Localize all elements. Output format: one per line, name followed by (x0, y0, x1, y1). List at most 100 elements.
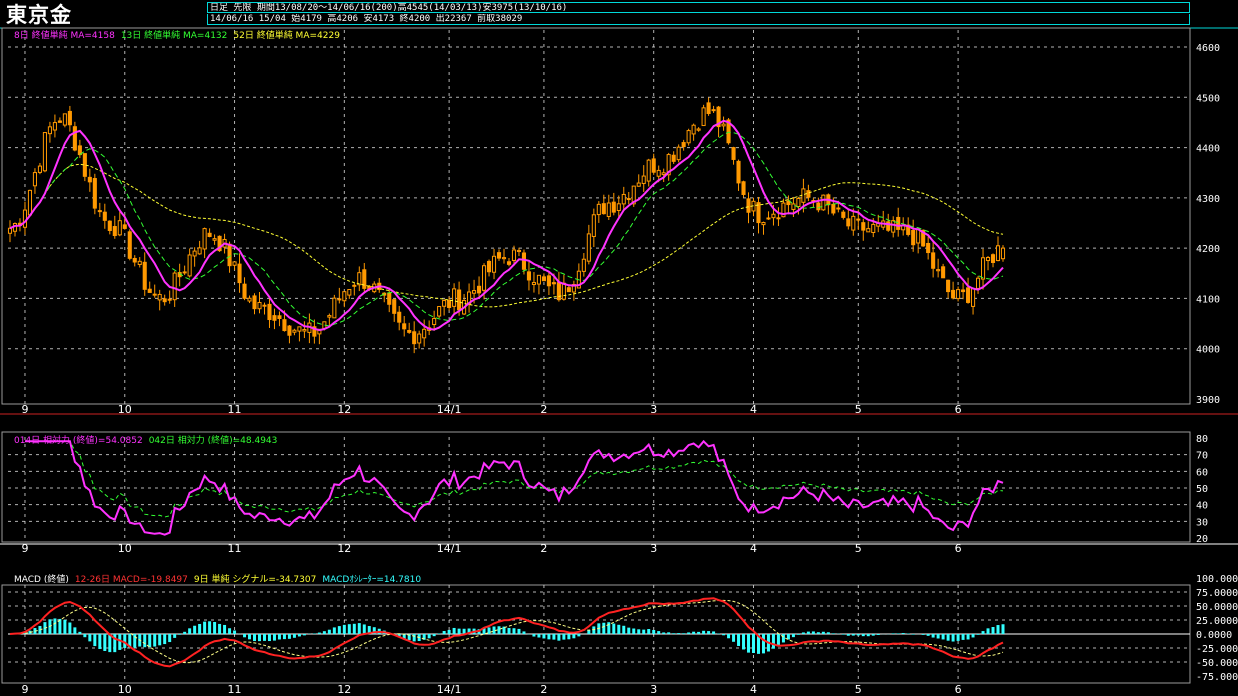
candle-body (641, 175, 646, 184)
candle-body (596, 203, 601, 216)
candle-body (357, 272, 362, 286)
price-tick-label: 3900 (1196, 395, 1220, 406)
candle-body (861, 222, 866, 231)
candle-body (112, 226, 117, 237)
candle-body (227, 243, 232, 267)
candle-body (671, 154, 676, 162)
candle-body (696, 128, 701, 131)
rsi-x-label: 2 (540, 542, 547, 555)
candle-body (761, 222, 766, 226)
candle-body (601, 203, 606, 215)
candle-body (392, 299, 397, 314)
candle-body (846, 218, 851, 227)
candle-body (77, 145, 82, 156)
macd-tick-label: 50.0000 (1196, 602, 1238, 613)
macd-line (9, 597, 1004, 668)
macd-x-label: 9 (21, 683, 28, 696)
rsi-legend: 014日 相対力 (終値)=54.0852 042日 相対力 (終値)=48.49… (14, 434, 277, 446)
rsi42-line (25, 440, 1004, 518)
candle-body (736, 160, 741, 184)
candle-body (661, 172, 666, 176)
candle-body (102, 211, 107, 221)
candle-body (546, 275, 551, 287)
candle-body (966, 287, 971, 303)
candle-body (806, 190, 811, 198)
candle-body (566, 287, 571, 293)
candle-body (142, 261, 147, 290)
candle-body (501, 257, 507, 260)
candle-body (591, 214, 596, 237)
candle-body (152, 293, 157, 296)
candle-body (816, 202, 821, 211)
candle-body (561, 282, 566, 300)
candle-body (971, 287, 976, 307)
macd-legend-item: 9日 単純 シグナル=-34.7307 (194, 573, 316, 585)
candle-body (951, 289, 956, 299)
candle-body (636, 182, 641, 187)
candle-body (292, 329, 297, 333)
price-x-label: 3 (650, 403, 657, 416)
candle-body (701, 107, 706, 127)
candle-body (197, 247, 202, 255)
candle-body (262, 304, 267, 307)
legends: 8日 終値単純 MA=4158 13日 終値単純 MA=4132 52日 終値単純 … (14, 29, 421, 585)
candle-body (506, 261, 512, 265)
candle-body (990, 254, 996, 263)
chart-window: 東京金 日足 先限 期間13/08/20〜14/06/16(200)高4545(… (0, 0, 1238, 696)
main-legend-item: 13日 終値単純 MA=4132 (121, 29, 228, 41)
candle-body (985, 257, 991, 262)
macd-tick-label: -50.0000 (1196, 658, 1238, 669)
candle-body (771, 213, 776, 219)
main-legend: 8日 終値単純 MA=4158 13日 終値単純 MA=4132 52日 終値単純 … (14, 29, 340, 41)
candle-body (417, 333, 422, 344)
candle-body (342, 291, 347, 302)
price-x-label: 6 (955, 403, 962, 416)
candle-body (192, 250, 197, 257)
price-x-label: 2 (540, 403, 547, 416)
candle-body (327, 315, 332, 318)
macd-tick-label: 0.0000 (1196, 630, 1232, 641)
candle-body (941, 266, 946, 279)
candle-body (332, 297, 337, 319)
macd-legend: MACD (終値) 12-26日 MACD=-19.8497 9日 単純 シグナル=… (14, 573, 421, 585)
candle-body (212, 238, 217, 241)
price-tick-label: 4400 (1196, 144, 1220, 155)
candle-body (766, 217, 771, 220)
candle-body (621, 193, 626, 205)
candle-body (526, 271, 532, 281)
candle-body (511, 249, 517, 261)
candle-body (287, 325, 292, 336)
macd-legend-item: 12-26日 MACD=-19.8497 (75, 574, 188, 585)
rsi-legend-item: 014日 相対力 (終値)=54.0852 (14, 434, 143, 446)
candle-body (147, 288, 152, 293)
candle-body (481, 265, 487, 291)
rsi-x-label: 10 (118, 542, 132, 555)
candle-body (731, 147, 736, 160)
candle-body (432, 317, 437, 326)
candle-body (302, 329, 307, 332)
candle-body (202, 228, 207, 250)
price-tick-label: 4000 (1196, 345, 1220, 356)
price-x-label: 9 (21, 403, 28, 416)
rsi-legend-item: 042日 相対力 (終値)=48.4943 (149, 434, 278, 446)
candle-body (926, 242, 931, 254)
candle-body (746, 198, 751, 213)
rsi-x-label: 9 (21, 542, 28, 555)
candle-body (42, 132, 47, 172)
candle-body (841, 211, 846, 218)
candle-body (871, 223, 876, 234)
macd-x-label: 10 (118, 683, 132, 696)
candle-body (87, 176, 92, 183)
candle-body (611, 201, 616, 213)
rsi-tick-label: 40 (1196, 501, 1208, 512)
candle-body (72, 126, 77, 151)
candle-body (831, 203, 836, 214)
price-x-label: 12 (337, 403, 351, 416)
rsi-tick-label: 30 (1196, 517, 1208, 528)
candle-body (442, 300, 447, 307)
macd-x-label: 2 (540, 683, 547, 696)
price-tick-label: 4300 (1196, 194, 1220, 205)
rsi-panel-frame (1, 431, 1191, 543)
candle-body (691, 124, 696, 135)
rsi-x-label: 5 (855, 542, 862, 555)
